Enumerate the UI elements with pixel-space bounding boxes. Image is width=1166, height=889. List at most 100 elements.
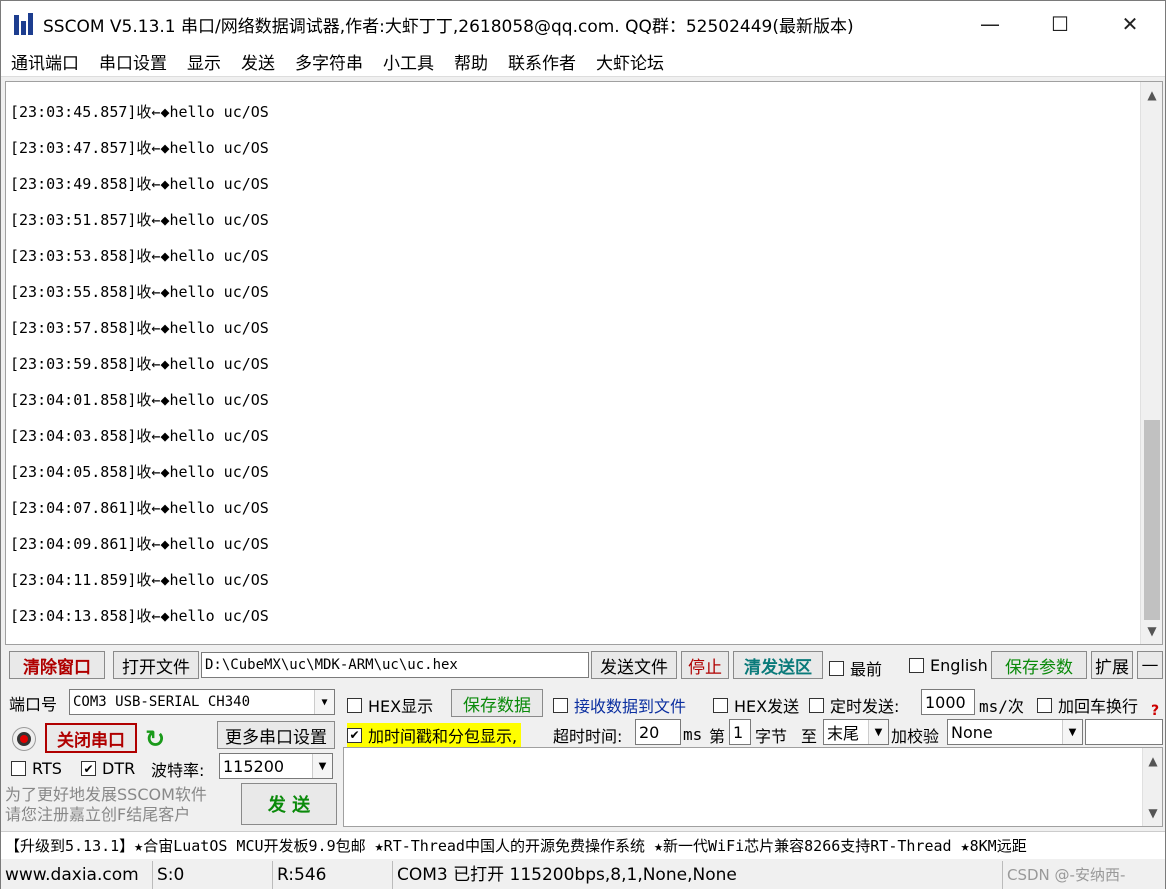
add-crlf-label: 加回车换行	[1058, 697, 1139, 716]
hex-display-label: HEX显示	[368, 697, 434, 716]
hex-send-checkbox[interactable]: HEX发送	[713, 693, 799, 717]
status-website[interactable]: www.daxia.com	[1, 861, 153, 889]
send-input[interactable]: ▲ ▼	[343, 747, 1163, 827]
menu-item-display[interactable]: 显示	[177, 49, 231, 74]
save-params-button[interactable]: 保存参数	[991, 651, 1087, 679]
menu-item-serial-settings[interactable]: 串口设置	[89, 49, 177, 74]
refresh-icon[interactable]: ↻	[145, 725, 165, 753]
promo-text[interactable]: 为了更好地发展SSCOM软件 请您注册嘉立创F结尾客户	[5, 785, 207, 825]
maximize-button[interactable]: ☐	[1025, 1, 1095, 47]
scroll-up-icon[interactable]: ▲	[1141, 84, 1162, 106]
expand-button[interactable]: 扩展	[1091, 651, 1133, 679]
checksum-extra-input[interactable]	[1085, 719, 1163, 745]
open-file-button[interactable]: 打开文件	[113, 651, 199, 679]
timeout-unit: ms	[683, 725, 703, 744]
window-title: SSCOM V5.13.1 串口/网络数据调试器,作者:大虾丁丁,2618058…	[43, 16, 854, 37]
scroll-down-icon[interactable]: ▼	[1143, 802, 1163, 824]
rts-checkbox[interactable]: RTS	[11, 759, 62, 778]
receive-line: [23:03:57.858]收←◆hello uc/OS	[10, 319, 269, 337]
port-select[interactable]: COM3 USB-SERIAL CH340 ▼	[69, 689, 335, 715]
chevron-down-icon: ▼	[1062, 720, 1082, 744]
dtr-label: DTR	[102, 759, 136, 778]
byte-label: 字节	[755, 727, 788, 746]
collapse-button[interactable]: —	[1137, 651, 1163, 679]
receive-line: [23:04:05.858]收←◆hello uc/OS	[10, 463, 269, 481]
send-scrollbar[interactable]: ▲ ▼	[1142, 748, 1162, 826]
receive-line: [23:03:47.857]收←◆hello uc/OS	[10, 139, 269, 157]
interval-unit: ms/次	[979, 697, 1024, 716]
close-port-button[interactable]: 关闭串口	[45, 723, 137, 753]
baud-select[interactable]: 115200 ▼	[219, 753, 333, 779]
end-value: 末尾	[827, 724, 860, 743]
baud-label: 波特率:	[151, 761, 205, 780]
scroll-up-icon[interactable]: ▲	[1143, 750, 1163, 772]
close-button[interactable]: ✕	[1095, 1, 1165, 47]
rts-label: RTS	[32, 759, 62, 778]
scroll-down-icon[interactable]: ▼	[1141, 620, 1162, 642]
receive-line: [23:04:03.858]收←◆hello uc/OS	[10, 427, 269, 445]
timestamp-checkbox[interactable]: ✔ 加时间戳和分包显示,	[347, 723, 522, 747]
menu-item-port[interactable]: 通讯端口	[1, 49, 89, 74]
menu-item-multi-string[interactable]: 多字符串	[285, 49, 373, 74]
chevron-down-icon: ▼	[868, 720, 888, 744]
timed-send-checkbox[interactable]: 定时发送:	[809, 693, 899, 717]
news-ticker[interactable]: 【升级到5.13.1】★合宙LuatOS MCU开发板9.9包邮 ★RT-Thr…	[1, 831, 1165, 859]
clear-window-button[interactable]: 清除窗口	[9, 651, 105, 679]
menu-bar: 通讯端口 串口设置 显示 发送 多字符串 小工具 帮助 联系作者 大虾论坛	[1, 47, 1165, 77]
port-status-led-icon	[13, 728, 35, 750]
end-select[interactable]: 末尾 ▼	[823, 719, 889, 745]
chevron-down-icon: ▼	[314, 690, 334, 714]
port-label: 端口号	[9, 695, 58, 714]
receive-line: [23:04:07.861]收←◆hello uc/OS	[10, 499, 269, 517]
receive-line: [23:04:13.858]收←◆hello uc/OS	[10, 607, 269, 625]
top-most-checkbox[interactable]: 最前	[829, 656, 882, 680]
recv-to-file-checkbox[interactable]: 接收数据到文件	[553, 693, 686, 717]
minimize-button[interactable]: —	[955, 1, 1025, 47]
baud-value: 115200	[223, 756, 285, 776]
nth-label: 第	[709, 727, 726, 746]
scroll-thumb[interactable]	[1144, 420, 1160, 620]
receive-line: [23:03:53.858]收←◆hello uc/OS	[10, 247, 269, 265]
menu-item-contact[interactable]: 联系作者	[498, 49, 586, 74]
dtr-checkbox[interactable]: ✔ DTR	[81, 759, 135, 778]
receive-scrollbar[interactable]: ▲ ▼	[1140, 82, 1162, 644]
receive-line: [23:03:59.858]收←◆hello uc/OS	[10, 355, 269, 373]
title-bar: SSCOM V5.13.1 串口/网络数据调试器,作者:大虾丁丁,2618058…	[1, 1, 1165, 47]
stop-button[interactable]: 停止	[681, 651, 729, 679]
top-most-label: 最前	[850, 660, 883, 679]
clear-send-button[interactable]: 清发送区	[733, 651, 823, 679]
hex-display-checkbox[interactable]: HEX显示	[347, 693, 433, 717]
watermark: CSDN @-安纳西-	[1003, 861, 1165, 889]
send-button[interactable]: 发 送	[241, 783, 337, 825]
timeout-label: 超时时间:	[553, 727, 623, 746]
receive-line: [23:04:09.861]收←◆hello uc/OS	[10, 535, 269, 553]
add-crlf-checkbox[interactable]: 加回车换行	[1037, 693, 1138, 717]
menu-item-forum[interactable]: 大虾论坛	[586, 49, 674, 74]
english-label: English	[930, 656, 988, 675]
help-icon[interactable]: ?	[1151, 703, 1165, 719]
menu-item-help[interactable]: 帮助	[444, 49, 498, 74]
receive-lines: [23:03:45.857]收←◆hello uc/OS [23:03:47.85…	[10, 94, 269, 634]
send-file-button[interactable]: 发送文件	[591, 651, 677, 679]
file-path-input[interactable]: D:\CubeMX\uc\MDK-ARM\uc\uc.hex	[201, 652, 589, 678]
save-data-button[interactable]: 保存数据	[451, 689, 543, 717]
receive-line: [23:03:55.858]收←◆hello uc/OS	[10, 283, 269, 301]
menu-item-send[interactable]: 发送	[231, 49, 285, 74]
app-icon	[11, 11, 37, 37]
chevron-down-icon: ▼	[312, 754, 332, 778]
receive-area[interactable]: [23:03:45.857]收←◆hello uc/OS [23:03:47.85…	[5, 81, 1163, 645]
file-toolbar: 清除窗口 打开文件 D:\CubeMX\uc\MDK-ARM\uc\uc.hex…	[5, 651, 1165, 681]
timeout-input[interactable]: 20	[635, 719, 681, 745]
more-settings-button[interactable]: 更多串口设置	[217, 721, 335, 749]
english-checkbox[interactable]: English	[909, 656, 988, 675]
status-sent: S:0	[153, 861, 273, 889]
receive-line: [23:03:45.857]收←◆hello uc/OS	[10, 103, 269, 121]
nth-input[interactable]: 1	[729, 719, 751, 745]
menu-item-tools[interactable]: 小工具	[373, 49, 444, 74]
port-value: COM3 USB-SERIAL CH340	[73, 694, 251, 710]
checksum-label: 加校验	[891, 727, 940, 746]
interval-input[interactable]: 1000	[921, 689, 975, 715]
recv-to-file-label: 接收数据到文件	[574, 697, 687, 716]
checksum-select[interactable]: None ▼	[947, 719, 1083, 745]
status-port-state: COM3 已打开 115200bps,8,1,None,None	[393, 861, 1003, 889]
